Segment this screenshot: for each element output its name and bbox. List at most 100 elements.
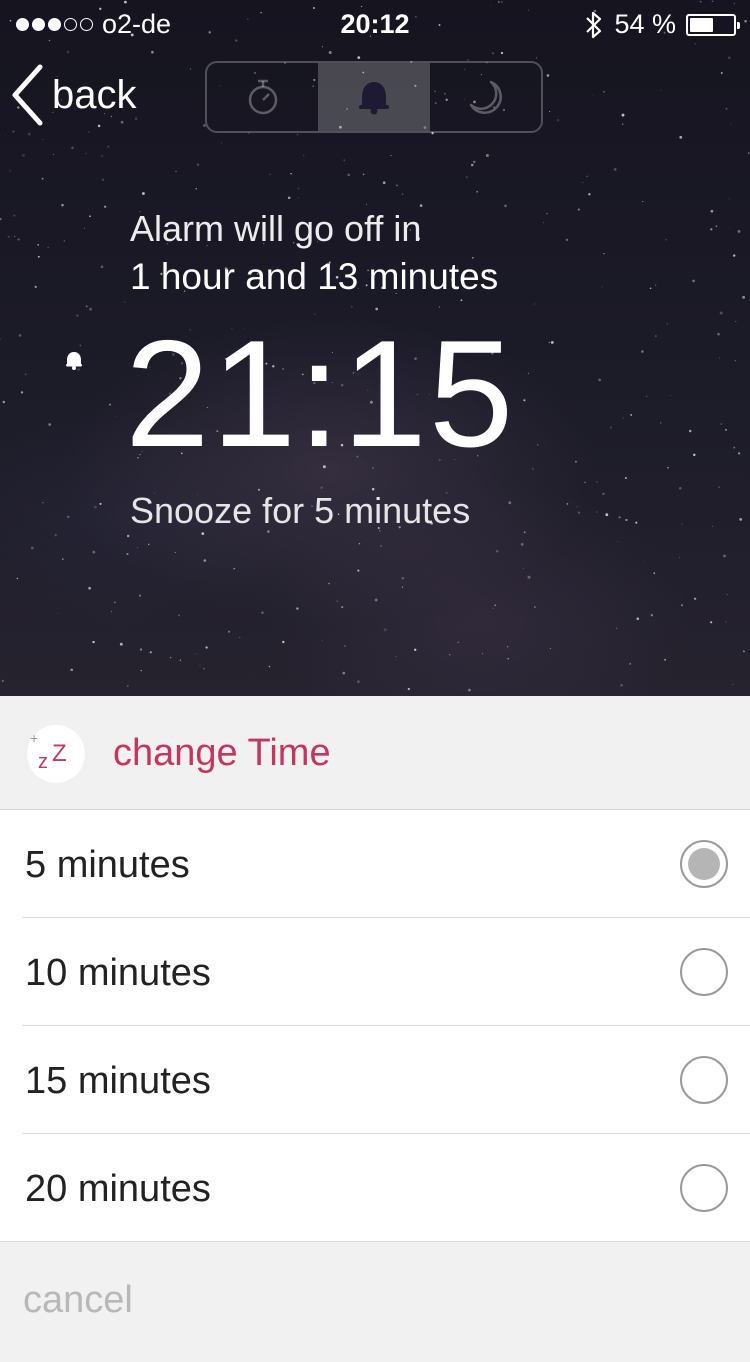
star — [476, 190, 479, 193]
stopwatch-icon — [248, 79, 277, 115]
star — [12, 130, 15, 133]
star — [504, 204, 507, 208]
star — [723, 554, 726, 558]
star — [655, 284, 657, 286]
alarm-bell-icon — [66, 352, 82, 370]
star — [725, 621, 727, 623]
star — [42, 502, 44, 504]
star — [644, 560, 646, 562]
star — [287, 196, 291, 200]
tab-stopwatch[interactable] — [207, 63, 318, 131]
star — [629, 663, 632, 665]
star — [126, 552, 129, 556]
star — [738, 452, 741, 455]
option-20-minutes[interactable]: 20 minutes — [0, 1134, 750, 1242]
back-button[interactable]: back — [10, 64, 137, 126]
star — [233, 567, 236, 570]
star — [625, 518, 628, 522]
star — [733, 446, 736, 449]
star — [366, 203, 367, 205]
star — [22, 153, 25, 157]
star — [151, 50, 154, 54]
star — [297, 197, 299, 198]
star — [149, 651, 152, 654]
star — [494, 604, 496, 606]
star — [297, 187, 300, 190]
radio-button[interactable] — [680, 1164, 728, 1212]
star — [52, 153, 54, 155]
star — [739, 517, 743, 521]
battery-percent: 54 % — [614, 9, 676, 39]
snooze-options-list: 5 minutes 10 minutes 15 minutes 20 minut… — [0, 810, 750, 1242]
svg-text:Z: Z — [52, 740, 67, 767]
star — [642, 200, 644, 203]
star — [13, 214, 16, 217]
radio-button[interactable] — [680, 1056, 728, 1104]
star — [362, 173, 365, 176]
star — [495, 549, 499, 553]
bell-icon — [358, 82, 389, 115]
star — [116, 415, 118, 417]
star — [290, 173, 292, 175]
option-5-minutes[interactable]: 5 minutes — [0, 810, 750, 918]
countdown-value: 1 hour and 13 minutes — [130, 256, 499, 297]
star — [592, 94, 594, 96]
star — [413, 648, 417, 652]
svg-text:z: z — [38, 751, 48, 773]
star — [401, 586, 404, 588]
star — [641, 350, 644, 353]
option-10-minutes[interactable]: 10 minutes — [0, 918, 750, 1026]
moon-icon — [470, 80, 503, 114]
star — [737, 229, 741, 233]
cancel-button[interactable]: cancel — [0, 1243, 750, 1362]
tab-alarm[interactable] — [318, 63, 430, 131]
star — [111, 610, 113, 613]
star — [195, 653, 198, 655]
star — [57, 612, 59, 614]
star — [94, 505, 97, 509]
star — [473, 160, 476, 164]
tab-sleep[interactable] — [430, 63, 541, 131]
star — [523, 399, 526, 402]
star — [719, 357, 721, 359]
star — [101, 154, 103, 157]
star — [347, 173, 350, 177]
star — [584, 481, 586, 484]
star — [199, 665, 201, 667]
star — [175, 170, 177, 173]
star — [582, 181, 584, 183]
star — [336, 600, 339, 603]
star — [358, 542, 361, 545]
star — [37, 244, 39, 246]
bluetooth-icon — [586, 11, 602, 38]
star — [630, 413, 633, 416]
star — [574, 460, 577, 463]
star — [616, 627, 618, 629]
star — [622, 417, 624, 419]
star — [61, 203, 64, 207]
star — [720, 423, 722, 425]
star — [92, 640, 95, 644]
option-15-minutes[interactable]: 15 minutes — [0, 1026, 750, 1134]
star — [747, 152, 750, 154]
star — [395, 655, 397, 657]
star — [174, 551, 176, 554]
star — [282, 640, 285, 644]
star — [603, 91, 605, 93]
star — [482, 653, 484, 655]
star — [717, 332, 720, 336]
star — [577, 208, 580, 211]
radio-button[interactable] — [680, 840, 728, 888]
star — [24, 373, 27, 376]
alarm-countdown: Alarm will go off in 1 hour and 13 minut… — [130, 208, 498, 298]
star — [588, 193, 591, 196]
radio-button[interactable] — [680, 948, 728, 996]
star — [9, 170, 11, 172]
star — [7, 235, 10, 238]
star — [613, 167, 617, 171]
star — [624, 476, 627, 480]
star — [41, 177, 44, 180]
star — [401, 576, 405, 580]
star — [205, 646, 208, 649]
star — [296, 133, 299, 136]
